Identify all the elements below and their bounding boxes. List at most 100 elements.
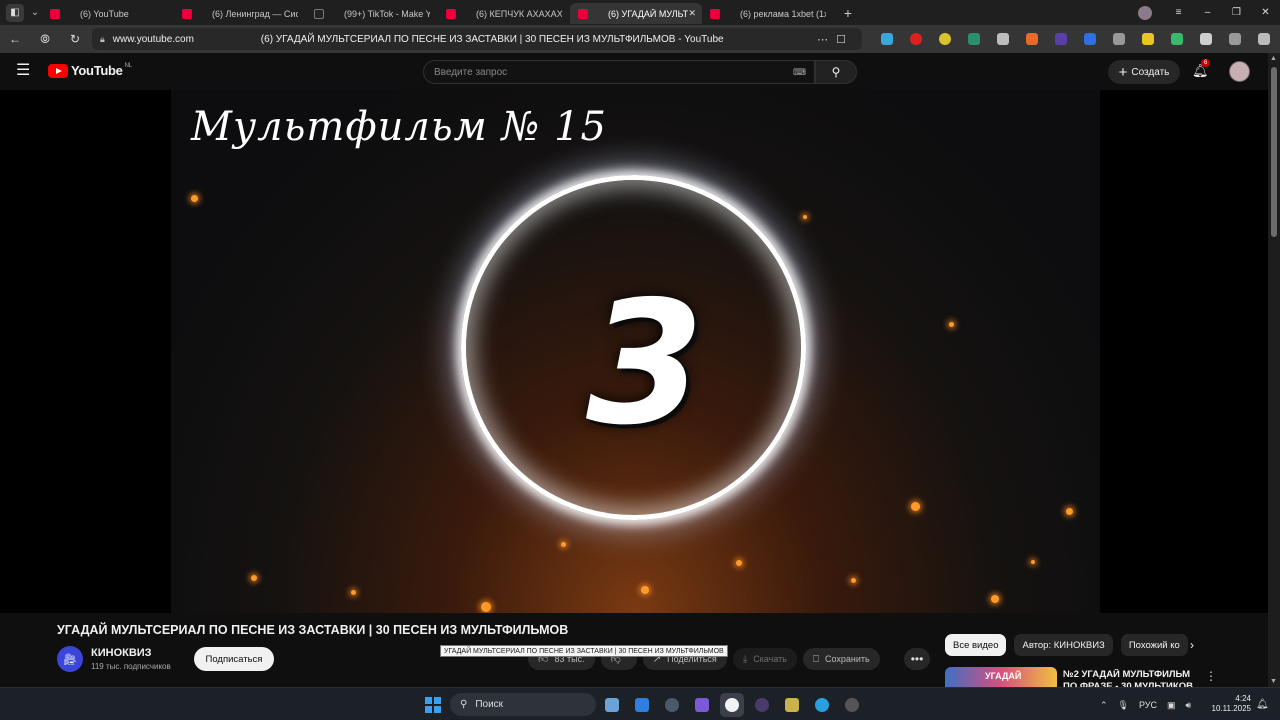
protect-icon[interactable]: ⦾ [30,32,60,47]
extension-icon[interactable] [1108,29,1130,49]
network-icon[interactable]: ▣ [1167,700,1176,711]
plus-icon: + [1118,63,1128,81]
browser-tab-active[interactable]: (6) УГАДАЙ МУЛЬТ ✕ [570,3,702,24]
logo-text: YouTube [71,63,123,78]
extension-icon[interactable] [1166,29,1188,49]
search-button[interactable]: ⚲ [815,60,857,84]
app-icon[interactable] [780,693,804,717]
extension-icon[interactable] [905,29,927,49]
hamburger-menu-icon[interactable]: ☰ [16,63,30,79]
extension-icon[interactable] [1224,29,1246,49]
close-window-icon[interactable]: ✕ [1251,7,1280,18]
download-icon: ⤓ [742,653,748,665]
youtube-logo[interactable]: YouTube NL [48,63,132,78]
save-label: Сохранить [824,654,870,664]
windows-taskbar: ⚲ Поиск ⌃ 🎙︎ РУС ▣ 🔊︎ 4:24 10.11.2025 🔔︎ [0,687,1280,720]
clock-time: 4:24 [1235,694,1251,703]
language-indicator[interactable]: РУС [1139,700,1157,710]
tab-label: (6) Ленинград — Сиськи [212,8,298,19]
reload-icon[interactable]: ↻ [60,32,90,46]
taskbar-search[interactable]: ⚲ Поиск [450,693,596,716]
extension-icon[interactable] [992,29,1014,49]
chip-by-author[interactable]: Автор: КИНОКВИЗ [1014,634,1113,656]
browser-tab[interactable]: (99+) TikTok - Make Your D [306,3,438,24]
related-video-title[interactable]: №2 УГАДАЙ МУЛЬТФИЛЬМ ПО ФРАЗЕ - 30 МУЛЬТ… [1063,669,1193,687]
extension-icon[interactable] [1195,29,1217,49]
address-bar[interactable]: 🔒︎ www.youtube.com (6) УГАДАЙ МУЛЬТСЕРИА… [92,28,862,50]
user-avatar[interactable] [1229,61,1250,82]
extension-icon[interactable] [876,29,898,49]
telegram-icon[interactable] [810,693,834,717]
tab-label: (6) реклама 1xbet (1xбет [740,8,826,19]
scroll-down-icon[interactable]: ▼ [1270,678,1277,685]
related-filter-chips: Все видео Автор: КИНОКВИЗ Похожий ко [945,634,1188,656]
microphone-icon[interactable]: 🎙︎ [1118,700,1129,711]
download-icon[interactable] [1253,29,1275,49]
extension-icon[interactable] [1021,29,1043,49]
taskbar-clock[interactable]: 4:24 10.11.2025 [1207,694,1251,714]
new-tab-button[interactable]: + [838,4,858,22]
browser-tab[interactable]: (6) Ленинград — Сиськи [174,3,306,24]
tray-chevron-icon[interactable]: ⌃ [1100,700,1108,711]
app-icon[interactable] [690,693,714,717]
tab-list-chevron-icon[interactable]: ⌄ [28,4,42,22]
download-button[interactable]: ⤓ Скачать [732,648,797,670]
browser-tab-strip: ◧ ⌄ (6) YouTube (6) Ленинград — Сиськи (… [0,0,1280,25]
kebab-menu-icon[interactable]: ⋮ [1205,669,1217,683]
browser-tab[interactable]: (6) YouTube [42,3,174,24]
app-icon[interactable] [840,693,864,717]
keyboard-icon[interactable]: ⌨ [793,67,806,78]
extension-icon[interactable] [934,29,956,49]
volume-icon[interactable]: 🔊︎ [1186,700,1192,711]
search-input[interactable]: Введите запрос ⌨ [423,60,815,84]
store-icon[interactable] [630,693,654,717]
create-button[interactable]: + Создать [1108,60,1180,84]
search-icon: ⚲ [831,65,841,79]
thumbnail-text: УГАДАЙ [985,671,1022,681]
extension-icon[interactable] [963,29,985,49]
extension-icon[interactable] [1137,29,1159,49]
bookmark-icon[interactable]: ⋯☐ [817,33,854,46]
channel-name[interactable]: КИНОКВИЗ [91,647,152,659]
video-player[interactable]: Мультфильм № 15 3 [171,90,1100,613]
scroll-up-icon[interactable]: ▲ [1270,55,1277,62]
browser-menu-icon[interactable]: ≡ [1164,7,1193,18]
minimize-icon[interactable]: – [1193,7,1222,18]
profile-avatar[interactable] [1138,5,1152,20]
file-explorer-icon[interactable] [600,693,624,717]
browser-tab[interactable]: (6) КЕПЧУК АХАХАХА БЛ [438,3,570,24]
browser-sidebar-icon[interactable]: ◧ [6,3,24,22]
ember [251,575,257,581]
channel-avatar[interactable]: 🎥︎ [57,646,83,672]
steam-icon[interactable] [660,693,684,717]
save-button[interactable]: ⎕ Сохранить [802,648,880,670]
related-video-thumbnail[interactable]: УГАДАЙ [945,667,1057,687]
yandex-browser-icon[interactable] [720,693,744,717]
notification-center-icon[interactable]: 🔔︎ [1256,699,1269,710]
window-controls: ≡ – ❐ ✕ [1138,0,1280,25]
maximize-icon[interactable]: ❐ [1222,7,1251,18]
youtube-icon [710,8,720,19]
chip-similar[interactable]: Похожий ко [1120,634,1188,656]
extension-icon[interactable] [1050,29,1072,49]
scrollbar-thumb[interactable] [1271,67,1277,237]
app-icon[interactable] [750,693,774,717]
youtube-icon [578,8,588,19]
tiktok-icon [314,8,324,19]
windows-start-icon[interactable] [425,697,441,713]
bookmark-icon: ⎕ [812,653,819,665]
back-icon[interactable]: ← [0,32,30,46]
browser-tab[interactable]: (6) реклама 1xbet (1xбет [702,3,834,24]
chip-all-videos[interactable]: Все видео [945,634,1007,656]
subscribe-button[interactable]: Подписаться [194,647,274,671]
notifications-bell-icon[interactable]: 🔔︎ 6 [1192,59,1211,79]
clock-date: 10.11.2025 [1211,704,1251,713]
chevron-right-icon[interactable]: › [1190,638,1194,652]
lock-icon[interactable]: 🔒︎ [100,34,105,45]
url-domain: www.youtube.com [112,33,194,45]
page-scrollbar[interactable]: ▲ ▼ [1268,53,1280,687]
close-tab-icon[interactable]: ✕ [688,8,696,19]
extension-icon[interactable] [1079,29,1101,49]
more-actions-button[interactable]: ••• [904,648,930,670]
ember [949,322,954,327]
